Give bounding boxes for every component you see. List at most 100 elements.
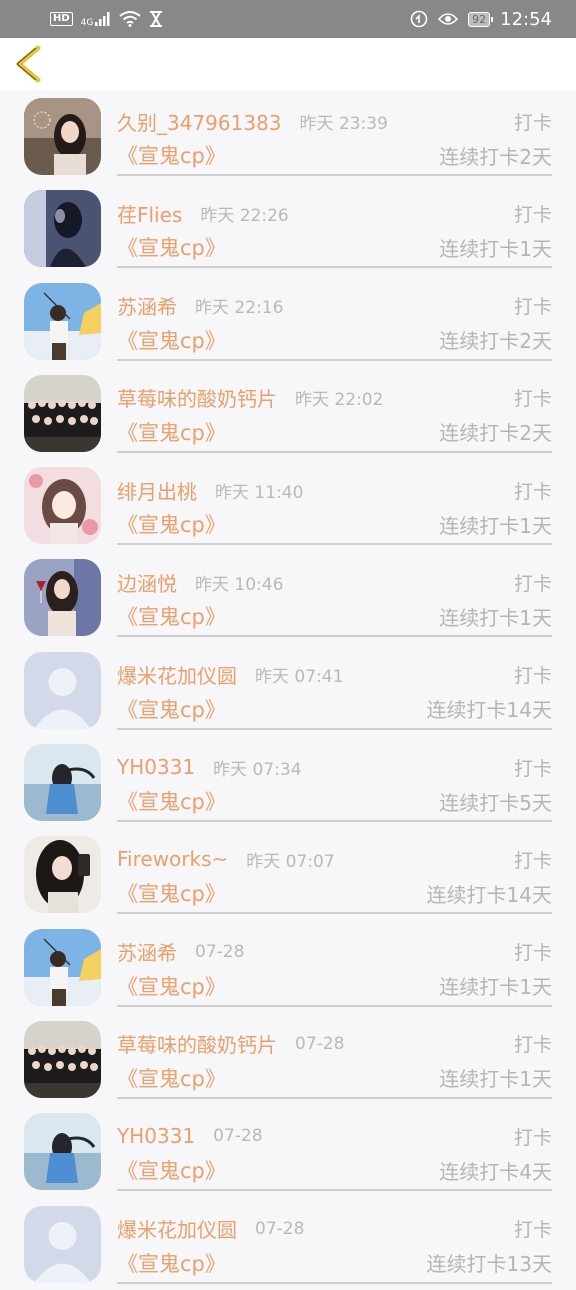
- checkin-label: 打卡: [513, 665, 552, 688]
- checkin-label: 打卡: [513, 1126, 552, 1149]
- checkin-time: 昨天 22:16: [195, 298, 284, 319]
- checkin-time: 昨天 22:26: [200, 205, 289, 226]
- avatar[interactable]: [24, 559, 101, 637]
- user-name[interactable]: YH0331: [117, 755, 195, 779]
- streak-count: 连续打卡1天: [439, 975, 552, 1000]
- checkin-time: 07-28: [295, 1033, 345, 1054]
- list-item[interactable]: 绯月出桃 昨天 11:40 打卡《宣鬼cp》 连续打卡1天: [0, 459, 576, 551]
- streak-count: 连续打卡2天: [439, 144, 552, 169]
- checkin-label: 打卡: [513, 480, 552, 503]
- user-name[interactable]: 爆米花加仪圆: [117, 1214, 237, 1243]
- group-name[interactable]: 《宣鬼cp》: [117, 509, 226, 539]
- avatar[interactable]: [24, 928, 101, 1006]
- list-item[interactable]: Fireworks~ 昨天 07:07 打卡 《宣鬼cp》 连续打卡14天: [0, 828, 576, 920]
- eye-icon: [438, 13, 459, 25]
- streak-count: 连续打卡2天: [439, 329, 552, 354]
- streak-count: 连续打卡5天: [439, 790, 552, 815]
- group-name[interactable]: 《宣鬼cp》: [117, 971, 226, 1001]
- list-item-content: 绯月出桃 昨天 11:40 打卡《宣鬼cp》 连续打卡1天: [117, 473, 552, 546]
- list-item[interactable]: 草莓味的酸奶钙片 昨天 22:02 打卡《宣鬼cp》 连续打卡2天: [0, 367, 576, 459]
- list-item[interactable]: 草莓味的酸奶钙片 07-28 打卡 《宣鬼cp》 连续打卡1天: [0, 1013, 576, 1105]
- data-saver-icon: [410, 10, 428, 28]
- checkin-label: 打卡: [513, 757, 552, 780]
- list-item-content: YH0331 07-28 打卡《宣鬼cp》 连续打卡4天: [117, 1119, 552, 1192]
- streak-count: 连续打卡1天: [439, 236, 552, 261]
- checkin-label: 打卡: [513, 388, 552, 411]
- list-item-content: 苏涵希 昨天 22:16 打卡 《宣鬼cp》 连续打卡2天: [117, 289, 552, 361]
- checkin-label: 打卡: [513, 849, 552, 872]
- streak-count: 连续打卡1天: [439, 513, 552, 538]
- checkin-list: 久别_347961383 昨天 23:39 打卡 《宣鬼cp》 连续打卡2天 荏Flies…: [0, 90, 576, 1290]
- avatar[interactable]: [24, 1020, 101, 1098]
- list-item-content: 苏涵希 07-28 打卡 《宣鬼cp》 连续打卡1天: [117, 935, 552, 1007]
- list-item-content: 荏Flies 昨天 22:26 打卡 《宣鬼cp》 连续打卡1天: [117, 196, 552, 269]
- group-name[interactable]: 《宣鬼cp》: [117, 1155, 226, 1185]
- avatar[interactable]: [24, 1205, 101, 1283]
- list-item-content: 边涵悦 昨天 10:46 打卡 《宣鬼cp》 连续打卡1天: [117, 565, 552, 638]
- checkin-time: 07-28: [213, 1126, 263, 1147]
- user-name[interactable]: 边涵悦: [117, 568, 177, 597]
- avatar[interactable]: [24, 836, 101, 914]
- hd-icon: HD: [50, 12, 73, 26]
- avatar[interactable]: [24, 1113, 101, 1191]
- avatar[interactable]: [24, 374, 101, 452]
- group-name[interactable]: 《宣鬼cp》: [117, 140, 226, 170]
- group-name[interactable]: 《宣鬼cp》: [117, 1248, 226, 1278]
- checkin-time: 昨天 23:39: [299, 113, 388, 134]
- avatar[interactable]: [24, 651, 101, 729]
- group-name[interactable]: 《宣鬼cp》: [117, 694, 226, 724]
- group-name[interactable]: 《宣鬼cp》: [117, 878, 226, 908]
- nav-header: [0, 38, 576, 90]
- user-name[interactable]: 荏Flies: [117, 199, 182, 228]
- list-item[interactable]: YH0331 07-28 打卡《宣鬼cp》 连续打卡4天: [0, 1105, 576, 1197]
- group-name[interactable]: 《宣鬼cp》: [117, 786, 226, 816]
- list-item[interactable]: 久别_347961383 昨天 23:39 打卡 《宣鬼cp》 连续打卡2天: [0, 90, 576, 182]
- avatar[interactable]: [24, 190, 101, 268]
- back-arrow-icon: [16, 45, 41, 83]
- list-item[interactable]: YH0331 昨天 07:34 打卡 《宣鬼cp》 连续打卡5天: [0, 736, 576, 828]
- list-item[interactable]: 边涵悦 昨天 10:46 打卡 《宣鬼cp》 连续打卡1天: [0, 551, 576, 643]
- back-button[interactable]: [10, 42, 50, 86]
- user-name[interactable]: 草莓味的酸奶钙片: [117, 1029, 277, 1058]
- group-name[interactable]: 《宣鬼cp》: [117, 232, 226, 262]
- list-item[interactable]: 爆米花加仪圆 07-28 打卡 《宣鬼cp》 连续打卡13天: [0, 1198, 576, 1290]
- group-name[interactable]: 《宣鬼cp》: [117, 417, 226, 447]
- checkin-time: 07-28: [255, 1218, 305, 1239]
- avatar[interactable]: [24, 98, 101, 175]
- user-name[interactable]: 苏涵希: [117, 291, 177, 320]
- streak-count: 连续打卡14天: [426, 698, 552, 723]
- list-item-content: 爆米花加仪圆 昨天 07:41 打卡 《宣鬼cp》 连续打卡14天: [117, 658, 552, 730]
- user-name[interactable]: 绯月出桃: [117, 476, 197, 505]
- wifi-icon: [119, 11, 141, 27]
- user-name[interactable]: 草莓味的酸奶钙片: [117, 383, 277, 412]
- group-name[interactable]: 《宣鬼cp》: [117, 325, 226, 355]
- user-name[interactable]: 久别_347961383: [117, 107, 282, 136]
- checkin-time: 昨天 22:02: [295, 390, 384, 411]
- user-name[interactable]: Fireworks~: [117, 847, 228, 871]
- group-name[interactable]: 《宣鬼cp》: [117, 601, 226, 631]
- avatar[interactable]: [24, 467, 101, 545]
- checkin-label: 打卡: [513, 572, 552, 595]
- user-name[interactable]: 苏涵希: [117, 937, 177, 966]
- battery-icon: 92: [468, 11, 494, 27]
- user-name[interactable]: YH0331: [117, 1124, 195, 1148]
- avatar[interactable]: [24, 744, 101, 822]
- list-item[interactable]: 苏涵希 昨天 22:16 打卡 《宣鬼cp》 连续打卡2天: [0, 275, 576, 367]
- avatar[interactable]: [24, 282, 101, 360]
- checkin-label: 打卡: [513, 1219, 552, 1242]
- streak-count: 连续打卡2天: [439, 421, 552, 446]
- group-name[interactable]: 《宣鬼cp》: [117, 1063, 226, 1093]
- list-item-content: YH0331 昨天 07:34 打卡 《宣鬼cp》 连续打卡5天: [117, 750, 552, 823]
- list-item[interactable]: 爆米花加仪圆 昨天 07:41 打卡 《宣鬼cp》 连续打卡14天: [0, 644, 576, 736]
- streak-count: 连续打卡14天: [426, 882, 552, 907]
- checkin-time: 昨天 11:40: [215, 482, 304, 503]
- list-item-content: Fireworks~ 昨天 07:07 打卡 《宣鬼cp》 连续打卡14天: [117, 842, 552, 915]
- checkin-label: 打卡: [513, 942, 552, 965]
- streak-count: 连续打卡4天: [439, 1159, 552, 1184]
- list-item[interactable]: 苏涵希 07-28 打卡 《宣鬼cp》 连续打卡1天: [0, 921, 576, 1013]
- user-name[interactable]: 爆米花加仪圆: [117, 660, 237, 689]
- list-item-content: 爆米花加仪圆 07-28 打卡 《宣鬼cp》 连续打卡13天: [117, 1212, 552, 1284]
- checkin-time: 昨天 10:46: [195, 574, 284, 595]
- list-item[interactable]: 荏Flies 昨天 22:26 打卡 《宣鬼cp》 连续打卡1天: [0, 182, 576, 274]
- list-item-content: 草莓味的酸奶钙片 07-28 打卡 《宣鬼cp》 连续打卡1天: [117, 1027, 552, 1099]
